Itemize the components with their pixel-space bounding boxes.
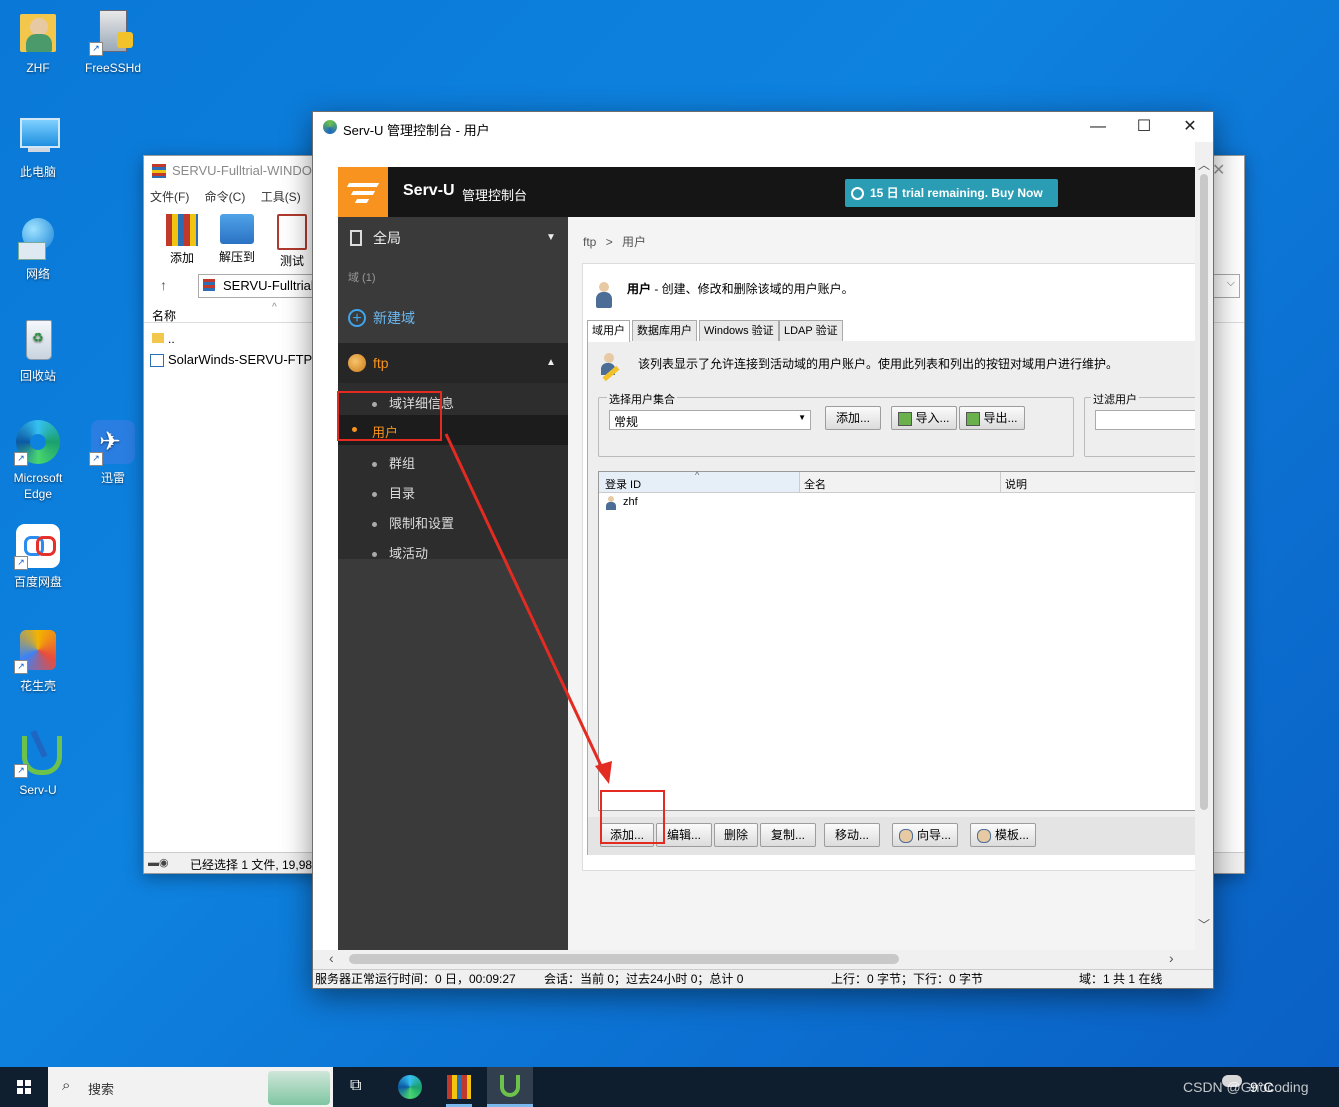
start-button[interactable]	[0, 1067, 48, 1107]
search-highlight-image	[268, 1071, 330, 1105]
taskbar-search-box[interactable]: ⌕ 搜索	[48, 1067, 333, 1107]
tab-domain-users[interactable]: 域用户	[587, 320, 630, 342]
task-view-icon[interactable]: ⧉	[350, 1077, 361, 1095]
edge-taskbar-icon[interactable]	[398, 1075, 422, 1099]
watermark-text: CSDN @Gnocoding	[1183, 1079, 1309, 1095]
search-placeholder: 搜索	[88, 1082, 115, 1097]
servu-taskbar-button[interactable]	[487, 1067, 533, 1107]
taskbar: ⌕ 搜索 ⧉ 9°C CSDN @Gnocoding	[0, 1067, 1339, 1107]
annotation-arrow	[444, 433, 612, 784]
winrar-taskbar-icon[interactable]	[447, 1075, 471, 1099]
search-icon: ⌕	[62, 1077, 71, 1094]
servu-taskbar-icon	[500, 1075, 520, 1097]
